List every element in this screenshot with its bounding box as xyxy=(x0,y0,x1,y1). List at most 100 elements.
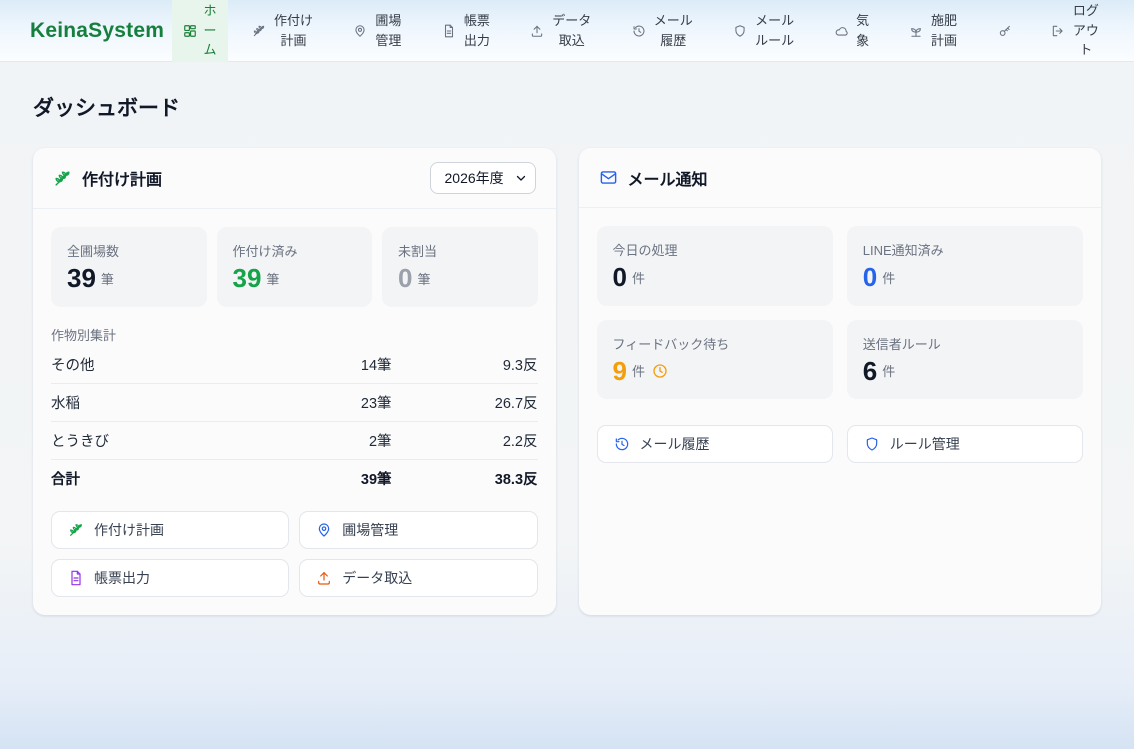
nav-item-label: 施肥計画 xyxy=(930,11,958,50)
nav-item-logout[interactable]: ログアウト xyxy=(1051,1,1100,60)
stat-planted-fields: 作付け済み 39 筆 xyxy=(217,227,373,307)
card-title: 作付け計画 xyxy=(82,166,162,190)
planting-plan-card: 作付け計画 2026年度 全圃場数 39 xyxy=(33,148,556,615)
mail-notification-card: メール通知 今日の処理 0 件 LINE通知済み xyxy=(579,148,1102,615)
nav-item-fertilizer-plan[interactable]: 施肥計画 xyxy=(909,11,958,50)
stat-unassigned-fields: 未割当 0 筆 xyxy=(382,227,538,307)
crop-summary-table: その他 14筆 9.3反 水稲 23筆 26.7反 とうきび 2筆 2. xyxy=(51,346,538,497)
logout-icon xyxy=(1051,24,1065,38)
stat-label: 全圃場数 xyxy=(67,241,191,260)
stat-value: 0 xyxy=(863,263,877,292)
stat-value: 9 xyxy=(613,357,627,386)
nav-item-label: ログアウト xyxy=(1072,1,1100,60)
stat-feedback-waiting: フィードバック待ち 9 件 xyxy=(597,320,833,400)
card-title: メール通知 xyxy=(628,166,708,190)
map-pin-icon xyxy=(353,24,367,38)
crop-name: とうきび xyxy=(51,430,246,451)
nav-item-field-management[interactable]: 圃場管理 xyxy=(353,11,402,50)
report-output-button[interactable]: 帳票出力 xyxy=(51,559,289,597)
planting-plan-card-header: 作付け計画 2026年度 xyxy=(33,148,556,209)
stat-value: 0 xyxy=(398,264,412,293)
nav-item-label: メール履歴 xyxy=(653,11,694,50)
nav-item-label: データ取込 xyxy=(551,11,592,50)
stat-sender-rules: 送信者ルール 6 件 xyxy=(847,320,1083,400)
cloud-icon xyxy=(835,24,849,38)
map-pin-icon xyxy=(316,522,332,538)
stat-total-fields: 全圃場数 39 筆 xyxy=(51,227,207,307)
stat-unit: 件 xyxy=(632,361,645,380)
key-icon xyxy=(998,24,1012,38)
crop-count: 14筆 xyxy=(246,354,392,375)
wheat-icon xyxy=(252,24,266,38)
upload-icon xyxy=(316,570,332,586)
wheat-icon xyxy=(53,169,72,188)
stat-value: 39 xyxy=(67,264,96,293)
stat-label: 作付け済み xyxy=(233,241,357,260)
stat-value: 0 xyxy=(613,263,627,292)
mail-card-header: メール通知 xyxy=(579,148,1102,208)
planting-plan-button[interactable]: 作付け計画 xyxy=(51,511,289,549)
main-nav: 作付け計画 圃場管理 帳票出力 データ取込 メール履歴 メールルール xyxy=(228,1,1134,60)
stat-label: 今日の処理 xyxy=(613,240,817,259)
field-management-button[interactable]: 圃場管理 xyxy=(299,511,537,549)
main-content: ダッシュボード 作付け計画 2026年度 xyxy=(0,62,1134,749)
mail-card-body: 今日の処理 0 件 LINE通知済み 0 件 xyxy=(579,208,1102,481)
dashboard-cards: 作付け計画 2026年度 全圃場数 39 xyxy=(33,148,1101,615)
nav-item-key[interactable] xyxy=(998,24,1012,38)
brand-logo[interactable]: KeinaSystem xyxy=(0,19,172,43)
stat-unit: 筆 xyxy=(101,269,114,288)
button-label: データ取込 xyxy=(342,568,412,588)
stat-unit: 件 xyxy=(632,268,645,287)
nav-item-label: 帳票出力 xyxy=(463,11,491,50)
data-import-button[interactable]: データ取込 xyxy=(299,559,537,597)
nav-item-label: 気象 xyxy=(856,11,870,50)
nav-item-label: 作付け計画 xyxy=(273,11,314,50)
button-label: 圃場管理 xyxy=(342,520,398,540)
crop-area: 26.7反 xyxy=(392,392,538,413)
crop-count: 23筆 xyxy=(246,392,392,413)
nav-item-mail-rules[interactable]: メールルール xyxy=(733,11,795,50)
mail-quick-actions: メール履歴 ルール管理 xyxy=(597,425,1084,463)
history-icon xyxy=(632,24,646,38)
crop-name: 水稲 xyxy=(51,392,246,413)
stat-label: フィードバック待ち xyxy=(613,334,817,353)
nav-item-label: 圃場管理 xyxy=(374,11,402,50)
document-icon xyxy=(442,24,456,38)
year-select-wrap: 2026年度 xyxy=(430,162,536,194)
nav-item-report-output[interactable]: 帳票出力 xyxy=(442,11,491,50)
stat-today-processed: 今日の処理 0 件 xyxy=(597,226,833,306)
nav-item-label: メールルール xyxy=(754,11,795,50)
fertilizer-icon xyxy=(909,24,923,38)
stat-label: LINE通知済み xyxy=(863,240,1067,259)
planting-quick-actions: 作付け計画 圃場管理 帳票出力 データ取込 xyxy=(51,511,538,597)
field-stats: 全圃場数 39 筆 作付け済み 39 筆 xyxy=(51,227,538,307)
stat-label: 未割当 xyxy=(398,241,522,260)
mail-icon xyxy=(599,168,618,187)
upload-icon xyxy=(530,24,544,38)
shield-icon xyxy=(864,436,880,452)
nav-item-planting-plan[interactable]: 作付け計画 xyxy=(252,11,314,50)
crop-area: 38.3反 xyxy=(392,468,538,489)
app-header: KeinaSystem ホーム 作付け計画 圃場管理 帳票出力 データ取込 xyxy=(0,0,1134,62)
wheat-icon xyxy=(68,522,84,538)
nav-item-data-import[interactable]: データ取込 xyxy=(530,11,592,50)
stat-line-notified: LINE通知済み 0 件 xyxy=(847,226,1083,306)
button-label: 作付け計画 xyxy=(94,520,164,540)
stat-value: 39 xyxy=(233,264,262,293)
rule-management-button[interactable]: ルール管理 xyxy=(847,425,1083,463)
stat-label: 送信者ルール xyxy=(863,334,1067,353)
nav-item-home[interactable]: ホーム xyxy=(172,0,228,62)
crop-area: 9.3反 xyxy=(392,354,538,375)
clock-icon xyxy=(652,363,668,379)
table-row: その他 14筆 9.3反 xyxy=(51,346,538,384)
planting-plan-card-body: 全圃場数 39 筆 作付け済み 39 筆 xyxy=(33,209,556,615)
year-select[interactable]: 2026年度 xyxy=(430,162,536,194)
nav-item-mail-history[interactable]: メール履歴 xyxy=(632,11,694,50)
mail-history-button[interactable]: メール履歴 xyxy=(597,425,833,463)
crop-name: 合計 xyxy=(51,468,246,489)
nav-item-weather[interactable]: 気象 xyxy=(835,11,870,50)
stat-unit: 件 xyxy=(882,268,895,287)
document-icon xyxy=(68,570,84,586)
crop-count: 39筆 xyxy=(246,468,392,489)
stat-unit: 件 xyxy=(882,361,895,380)
